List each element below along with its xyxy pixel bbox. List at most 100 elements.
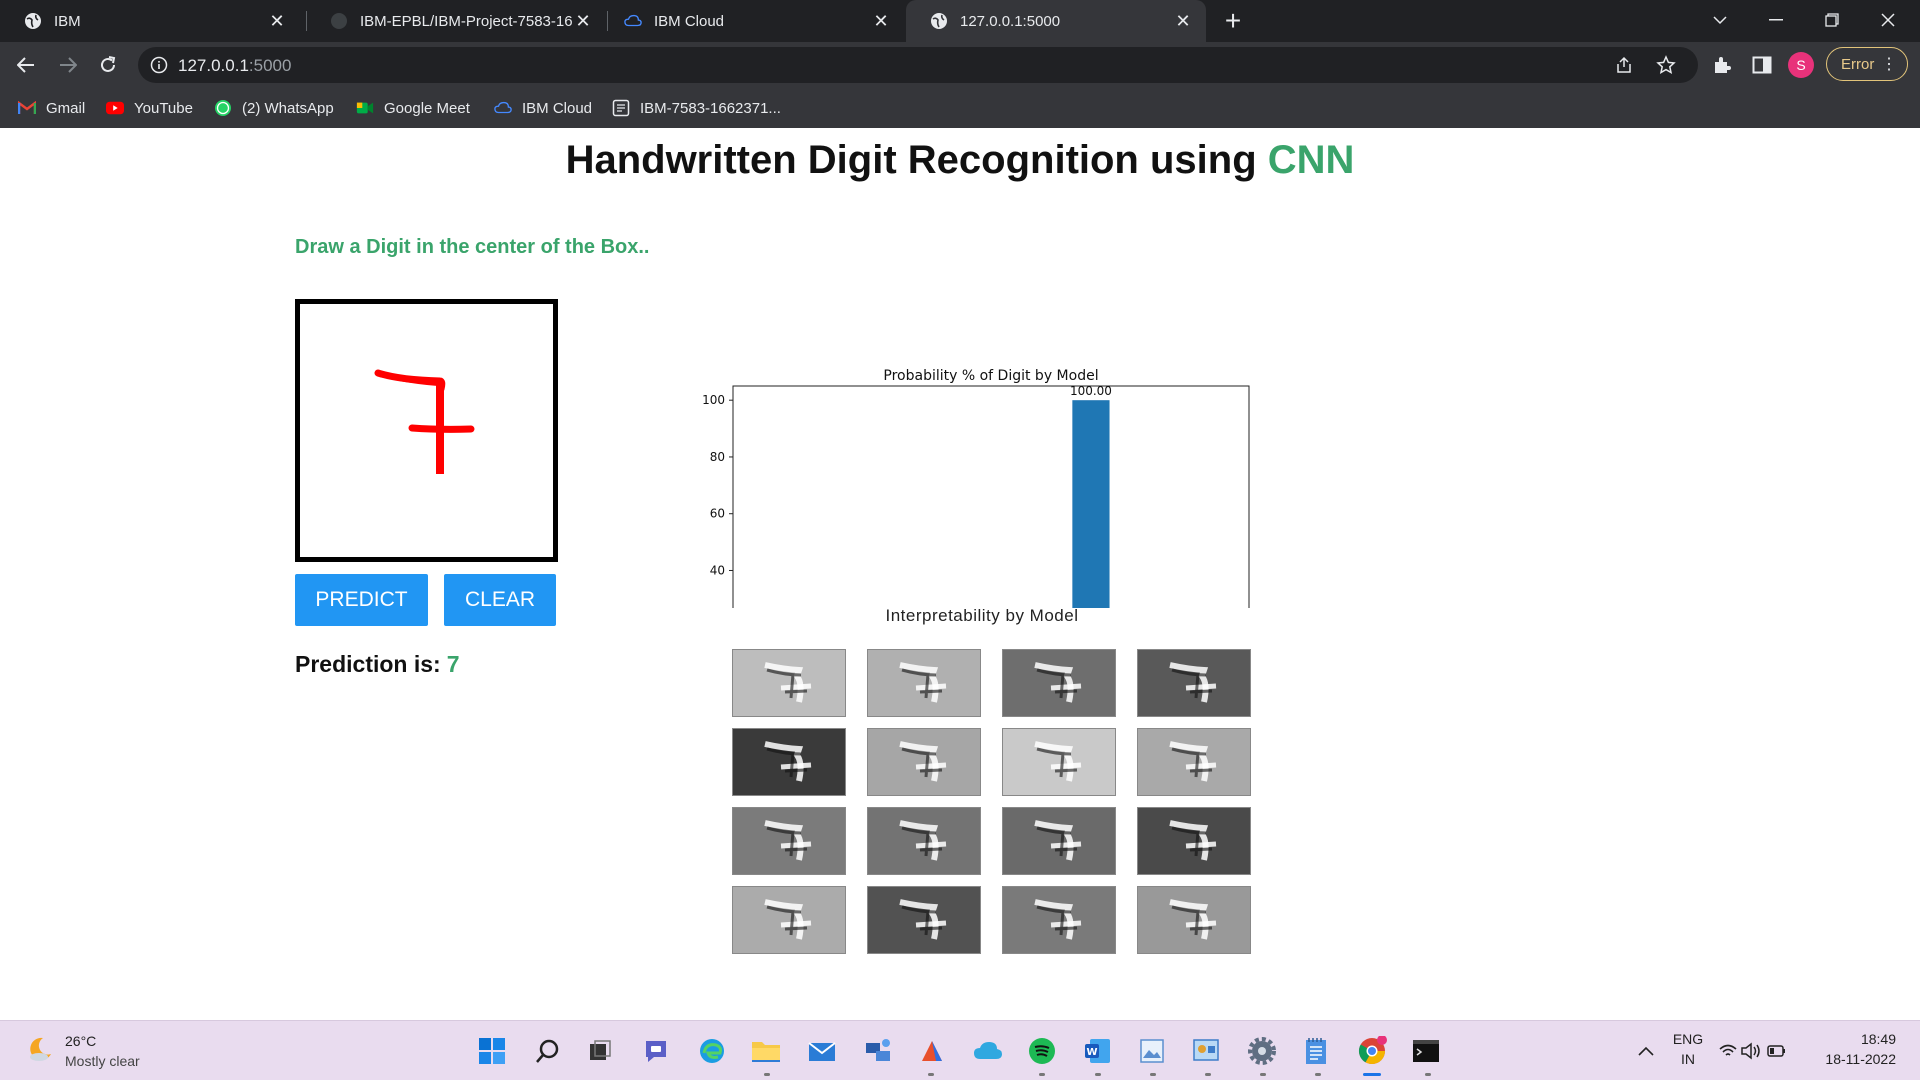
side-panel-icon[interactable] <box>1746 49 1778 81</box>
probability-bar-chart: Probability % of Digit by Model 0.000.00… <box>702 368 1250 608</box>
y-tick-label: 100 <box>702 393 725 407</box>
error-button[interactable]: Error ⋮ <box>1826 47 1908 81</box>
close-icon[interactable]: ✕ <box>1172 10 1194 32</box>
mail-icon[interactable] <box>806 1035 838 1067</box>
file-explorer-icon[interactable] <box>750 1035 782 1067</box>
spotify-icon[interactable] <box>1026 1035 1058 1067</box>
info-icon[interactable] <box>150 56 168 74</box>
bookmark-label: (2) WhatsApp <box>242 99 334 117</box>
feature-map-tile <box>867 649 981 717</box>
globe-icon <box>24 12 42 30</box>
tab-github[interactable]: IBM-EPBL/IBM-Project-7583-165 ✕ <box>306 0 606 42</box>
notepad-icon[interactable] <box>1300 1035 1332 1067</box>
terminal-icon[interactable] <box>1410 1035 1442 1067</box>
feature-map-grid <box>732 649 1251 955</box>
more-icon[interactable]: ⋮ <box>1881 54 1897 74</box>
network-app-icon[interactable] <box>862 1035 894 1067</box>
star-icon[interactable] <box>1650 49 1682 81</box>
photos-icon[interactable] <box>1136 1035 1168 1067</box>
tab-title: IBM <box>54 12 81 30</box>
cloud-app-icon[interactable] <box>972 1035 1004 1067</box>
url-text: 127.0.0.1:5000 <box>178 56 292 75</box>
search-icon[interactable] <box>532 1035 564 1067</box>
extensions-icon[interactable] <box>1706 49 1738 81</box>
globe-icon <box>930 12 948 30</box>
close-window-button[interactable] <box>1868 4 1908 36</box>
forward-button[interactable] <box>52 49 84 81</box>
google-meet-icon <box>356 99 374 117</box>
bookmark-gmail[interactable]: Gmail <box>18 98 85 118</box>
clock-date[interactable]: 18-11-2022 <box>1812 1051 1896 1067</box>
system-tray-icons[interactable] <box>1718 1035 1788 1067</box>
chat-icon[interactable] <box>640 1035 672 1067</box>
bookmark-label: YouTube <box>134 99 193 117</box>
edge-icon[interactable] <box>696 1035 728 1067</box>
bar-digit-7 <box>1072 400 1110 608</box>
tab-title: 127.0.0.1:5000 <box>960 12 1061 30</box>
minimize-button[interactable] <box>1756 4 1796 36</box>
bookmark-label: IBM Cloud <box>522 99 593 117</box>
tab-title: IBM Cloud <box>654 12 725 30</box>
prediction-label: Prediction is: <box>295 651 441 677</box>
tab-title: IBM-EPBL/IBM-Project-7583-165 <box>360 12 572 30</box>
control-panel-icon[interactable] <box>1190 1035 1222 1067</box>
drawn-digit <box>374 369 475 474</box>
svg-text:W: W <box>1086 1047 1097 1058</box>
feature-map-tile <box>1137 807 1251 875</box>
error-label: Error <box>1841 55 1875 73</box>
windows-taskbar: 26°C Mostly clear W ENG IN 18:49 18-11-2… <box>0 1020 1920 1080</box>
bookmark-google-meet[interactable]: Google Meet <box>356 98 470 118</box>
restore-button[interactable] <box>1812 4 1852 36</box>
language-top[interactable]: ENG <box>1668 1031 1708 1047</box>
new-tab-button[interactable]: + <box>1218 5 1248 36</box>
running-indicator <box>1260 1073 1266 1076</box>
windows-start-icon[interactable] <box>476 1035 508 1067</box>
feature-map-tile <box>1002 728 1116 796</box>
share-icon[interactable] <box>1608 49 1640 81</box>
youtube-icon <box>106 99 124 117</box>
chrome-icon[interactable] <box>1356 1035 1388 1067</box>
task-view-icon[interactable] <box>584 1035 616 1067</box>
prediction-value: 7 <box>446 651 460 677</box>
bookmark-ibm-doc[interactable]: IBM-7583-1662371... <box>612 98 781 118</box>
tab-ibm-cloud[interactable]: IBM Cloud ✕ <box>600 0 904 42</box>
word-icon[interactable]: W <box>1082 1035 1114 1067</box>
bookmark-whatsapp[interactable]: (2) WhatsApp <box>214 98 334 118</box>
feature-map-tile <box>732 728 846 796</box>
page-title-main: Handwritten Digit Recognition using <box>565 138 1268 182</box>
profile-avatar[interactable]: S <box>1788 52 1814 78</box>
predict-button[interactable]: PREDICT <box>295 574 428 626</box>
address-bar[interactable]: 127.0.0.1:5000 <box>138 47 1698 83</box>
weather-moon-icon[interactable] <box>26 1035 54 1063</box>
feature-map-tile <box>867 886 981 954</box>
bookmark-ibm-cloud[interactable]: IBM Cloud <box>494 98 592 118</box>
chevron-up-icon[interactable] <box>1630 1035 1662 1067</box>
wifi-volume-battery-icon <box>1719 1042 1785 1060</box>
prediction-result: Prediction is: 7 <box>295 651 460 678</box>
close-icon[interactable]: ✕ <box>572 10 594 32</box>
tab-localhost[interactable]: 127.0.0.1:5000 ✕ <box>906 0 1206 42</box>
reload-button[interactable] <box>92 49 124 81</box>
ibm-cloud-icon <box>494 99 512 117</box>
chevron-down-icon[interactable] <box>1700 4 1740 36</box>
running-indicator <box>1205 1073 1211 1076</box>
bookmarks-bar: Gmail YouTube (2) WhatsApp Google Meet I… <box>0 88 1920 128</box>
running-indicator <box>1095 1073 1101 1076</box>
bookmark-youtube[interactable]: YouTube <box>106 98 193 118</box>
bookmark-label: IBM-7583-1662371... <box>640 99 781 117</box>
clear-button[interactable]: CLEAR <box>444 574 556 626</box>
feature-map-tile <box>1002 807 1116 875</box>
back-button[interactable] <box>10 49 42 81</box>
clock-time[interactable]: 18:49 <box>1812 1031 1896 1047</box>
ibm-cloud-icon <box>624 12 642 30</box>
close-icon[interactable]: ✕ <box>870 10 892 32</box>
y-tick-label: 40 <box>710 563 725 577</box>
close-icon[interactable]: ✕ <box>266 10 288 32</box>
drawing-canvas[interactable] <box>295 299 558 562</box>
y-tick-label: 60 <box>710 507 725 521</box>
settings-gear-icon[interactable] <box>1246 1035 1278 1067</box>
feature-map-tile <box>1002 886 1116 954</box>
language-bottom[interactable]: IN <box>1668 1051 1708 1067</box>
tab-ibm[interactable]: IBM ✕ <box>0 0 300 42</box>
stylus-app-icon[interactable] <box>916 1035 948 1067</box>
